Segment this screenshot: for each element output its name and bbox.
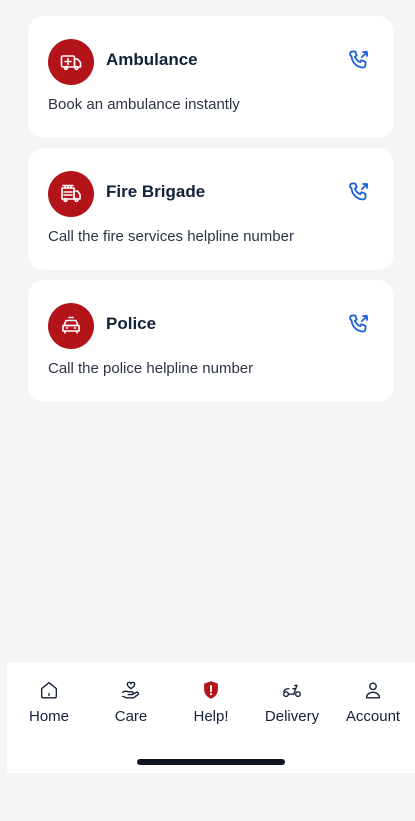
tab-label: Care (114, 708, 148, 725)
card-title: Ambulance (106, 50, 198, 69)
tab-care[interactable]: Care (91, 678, 171, 725)
tab-label: Account (345, 708, 401, 725)
home-icon (38, 678, 60, 702)
emergency-card-fire-brigade[interactable]: Fire Brigade Call the fire services help… (28, 148, 394, 270)
emergency-card-police[interactable]: Police Call the police helpline number (28, 280, 394, 402)
tab-account[interactable]: Account (333, 678, 413, 725)
phone-call-icon (349, 314, 368, 333)
tab-label: Help! (193, 708, 229, 725)
tab-label: Home (28, 708, 69, 725)
call-button[interactable] (346, 179, 372, 205)
emergency-card-ambulance[interactable]: Ambulance Book an ambulance instantly (28, 16, 394, 138)
tab-home[interactable]: Home (9, 678, 89, 725)
screen: Ambulance Book an ambulance instantly Fi… (7, 0, 415, 773)
home-indicator (137, 759, 285, 765)
fire-truck-icon (48, 171, 94, 217)
bottom-tab-bar: Home Care Help! Delivery Account (7, 662, 415, 773)
care-icon (120, 678, 142, 702)
card-subtitle: Call the fire services helpline number (48, 228, 294, 245)
card-title: Fire Brigade (106, 182, 206, 201)
help-shield-icon (200, 678, 222, 702)
phone-call-icon (349, 50, 368, 69)
user-icon (362, 678, 384, 702)
tab-delivery[interactable]: Delivery (252, 678, 332, 725)
ambulance-icon (48, 39, 94, 85)
police-car-icon (48, 303, 94, 349)
card-title: Police (106, 314, 157, 333)
call-button[interactable] (346, 47, 372, 73)
tab-label: Delivery (264, 708, 320, 725)
tab-help[interactable]: Help! (171, 678, 251, 725)
call-button[interactable] (346, 311, 372, 337)
card-subtitle: Book an ambulance instantly (48, 96, 240, 113)
scooter-icon (280, 678, 304, 702)
phone-call-icon (349, 182, 368, 201)
card-subtitle: Call the police helpline number (48, 360, 254, 377)
